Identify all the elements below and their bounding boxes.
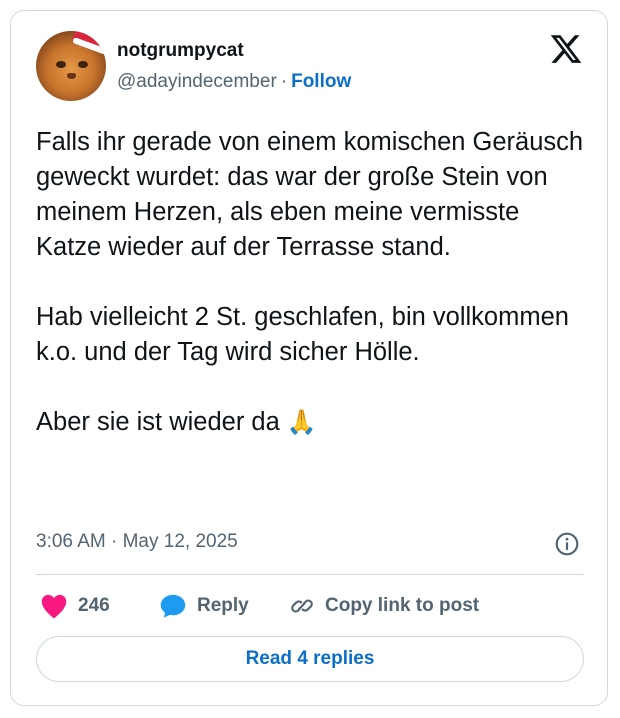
divider [36, 574, 584, 575]
avatar[interactable] [36, 31, 106, 101]
tweet-paragraph-3: Aber sie ist wieder da 🙏 [36, 405, 591, 440]
praying-hands-emoji: 🙏 [286, 409, 317, 436]
follow-button[interactable]: Follow [291, 71, 351, 92]
tweet-paragraph-1: Falls ihr gerade von einem komischen Ger… [36, 128, 584, 261]
copy-link-label: Copy link to post [325, 595, 480, 616]
info-icon[interactable] [554, 531, 580, 557]
like-count: 246 [78, 595, 110, 616]
read-replies-button[interactable]: Read 4 replies [36, 636, 584, 682]
tweet-paragraph-2: Hab vielleicht 2 St. geschlafen, bin vol… [36, 303, 569, 366]
separator-dot: · [280, 71, 288, 92]
reply-bubble-icon [160, 594, 186, 618]
heart-icon [41, 594, 67, 619]
tweet-timestamp[interactable]: 3:06 AM · May 12, 2025 [36, 531, 238, 553]
reply-button[interactable]: Reply [159, 589, 249, 623]
tweet-card: notgrumpycat @adayindecember · Follow Fall… [10, 10, 608, 706]
author-handle[interactable]: @adayindecember [117, 71, 277, 92]
tweet-paragraph-3-text: Aber sie ist wieder da [36, 408, 280, 436]
copy-link-button[interactable]: Copy link to post [289, 589, 479, 623]
author-handle-row: @adayindecember · Follow [117, 71, 351, 93]
x-logo-icon[interactable] [549, 32, 583, 66]
cat-nose [67, 73, 76, 79]
author-display-name[interactable]: notgrumpycat [117, 40, 244, 62]
like-button[interactable]: 246 [40, 589, 110, 623]
cat-eye-right [78, 61, 88, 68]
cat-eye-left [56, 61, 66, 68]
reply-label: Reply [197, 595, 249, 616]
link-icon [291, 599, 313, 613]
tweet-text: Falls ihr gerade von einem komischen Ger… [36, 125, 591, 440]
